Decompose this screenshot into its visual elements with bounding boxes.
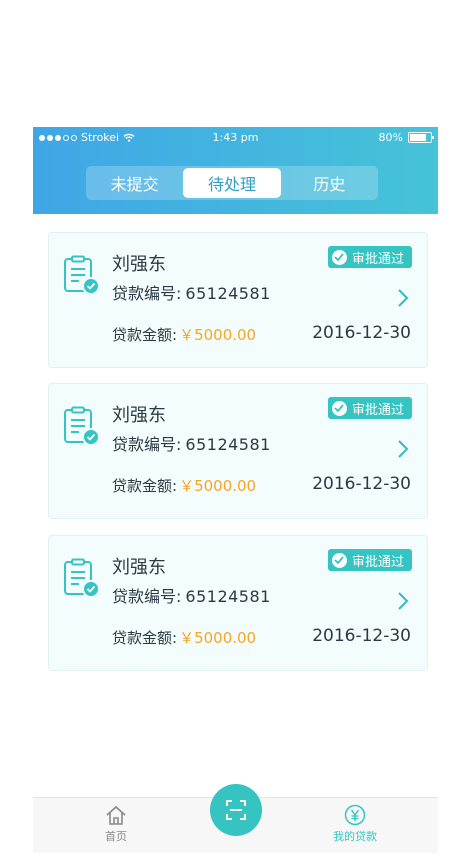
check-circle-icon	[331, 552, 347, 568]
loan-number-value: 65124581	[185, 587, 271, 606]
loan-amount-value: ￥5000.00	[179, 629, 257, 647]
scan-icon	[226, 800, 246, 820]
home-icon	[106, 805, 126, 825]
loan-number-value: 65124581	[185, 284, 271, 303]
status-text: 审批通过	[351, 554, 404, 570]
chevron-right-icon[interactable]	[397, 591, 409, 611]
header: Strokei 1:43 pm 80% 未提交 待处理 历史	[33, 127, 438, 214]
chevron-right-icon[interactable]	[397, 439, 409, 459]
loan-date: 2016-12-30	[312, 626, 411, 646]
applicant-name: 刘强东	[112, 405, 166, 426]
loan-amount-value: ￥5000.00	[179, 477, 257, 495]
status-badge: 审批通过	[327, 397, 412, 419]
status-time: 1:43 pm	[212, 131, 259, 144]
loan-date: 2016-12-30	[312, 323, 411, 343]
tab-unsubmitted[interactable]: 未提交	[86, 166, 183, 200]
loan-number-value: 65124581	[185, 435, 271, 454]
battery-percent: 80%	[378, 131, 403, 144]
tab-my-loans[interactable]: 我的贷款	[315, 804, 395, 844]
loan-amount-label: 贷款金额:	[112, 326, 178, 344]
loan-number-row: 贷款编号: 65124581	[112, 280, 271, 304]
battery-icon	[408, 132, 434, 143]
loan-amount-label: 贷款金额:	[112, 477, 178, 495]
tab-pending[interactable]: 待处理	[183, 168, 281, 198]
check-circle-icon	[331, 249, 347, 265]
loan-amount-value: ￥5000.00	[179, 326, 257, 344]
loan-number-label: 贷款编号:	[112, 587, 182, 606]
segment-tabs: 未提交 待处理 历史	[86, 166, 378, 200]
status-bar-right: 80%	[378, 131, 434, 144]
document-approved-icon	[64, 406, 100, 446]
status-bar: Strokei 1:43 pm 80%	[33, 127, 438, 147]
yuan-coin-icon	[344, 804, 366, 826]
document-approved-icon	[64, 255, 100, 295]
status-text: 审批通过	[351, 251, 404, 267]
loan-number-row: 贷款编号: 65124581	[112, 583, 271, 607]
tab-my-loans-label: 我的贷款	[333, 830, 377, 843]
applicant-name: 刘强东	[112, 557, 166, 578]
loan-number-row: 贷款编号: 65124581	[112, 431, 271, 455]
chevron-right-icon[interactable]	[397, 288, 409, 308]
document-approved-icon	[64, 558, 100, 598]
loan-amount-row: 贷款金额: ￥5000.00	[112, 627, 256, 648]
loan-card[interactable]: 刘强东 审批通过 贷款编号: 65124581 贷款金额: ￥5000.00 201…	[48, 383, 428, 519]
applicant-name: 刘强东	[112, 254, 166, 275]
status-text: 审批通过	[351, 402, 404, 418]
tab-history[interactable]: 历史	[281, 166, 378, 200]
loan-amount-row: 贷款金额: ￥5000.00	[112, 324, 256, 345]
loan-amount-row: 贷款金额: ￥5000.00	[112, 475, 256, 496]
loan-amount-label: 贷款金额:	[112, 629, 178, 647]
tab-home-label: 首页	[105, 830, 127, 843]
loan-number-label: 贷款编号:	[112, 435, 182, 454]
loan-number-label: 贷款编号:	[112, 284, 182, 303]
loan-card[interactable]: 刘强东 审批通过 贷款编号: 65124581 贷款金额: ￥5000.00 201…	[48, 535, 428, 671]
tab-home[interactable]: 首页	[76, 804, 156, 844]
check-circle-icon	[331, 400, 347, 416]
loan-date: 2016-12-30	[312, 474, 411, 494]
status-badge: 审批通过	[327, 246, 412, 268]
status-badge: 审批通过	[327, 549, 412, 571]
phone-screen: Strokei 1:43 pm 80% 未提交 待处理 历史 刘强东 审批通过 …	[33, 127, 438, 853]
loan-card[interactable]: 刘强东 审批通过 贷款编号: 65124581 贷款金额: ￥5000.00 201…	[48, 232, 428, 368]
scan-button[interactable]	[210, 784, 262, 836]
